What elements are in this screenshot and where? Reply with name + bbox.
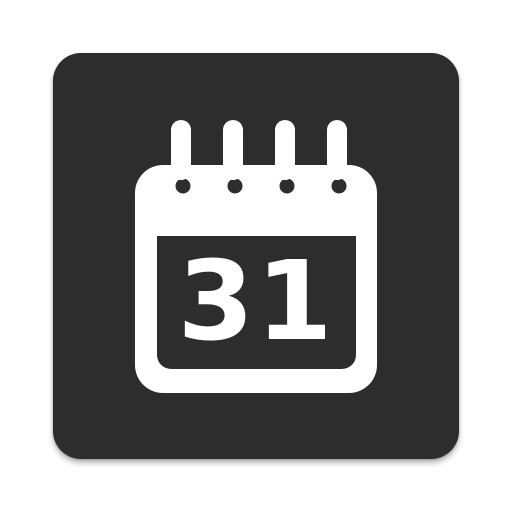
- app-icon-tile[interactable]: 31: [53, 53, 459, 459]
- app-launcher-icon[interactable]: 31: [0, 0, 512, 512]
- calendar-date-number: 31: [177, 237, 335, 365]
